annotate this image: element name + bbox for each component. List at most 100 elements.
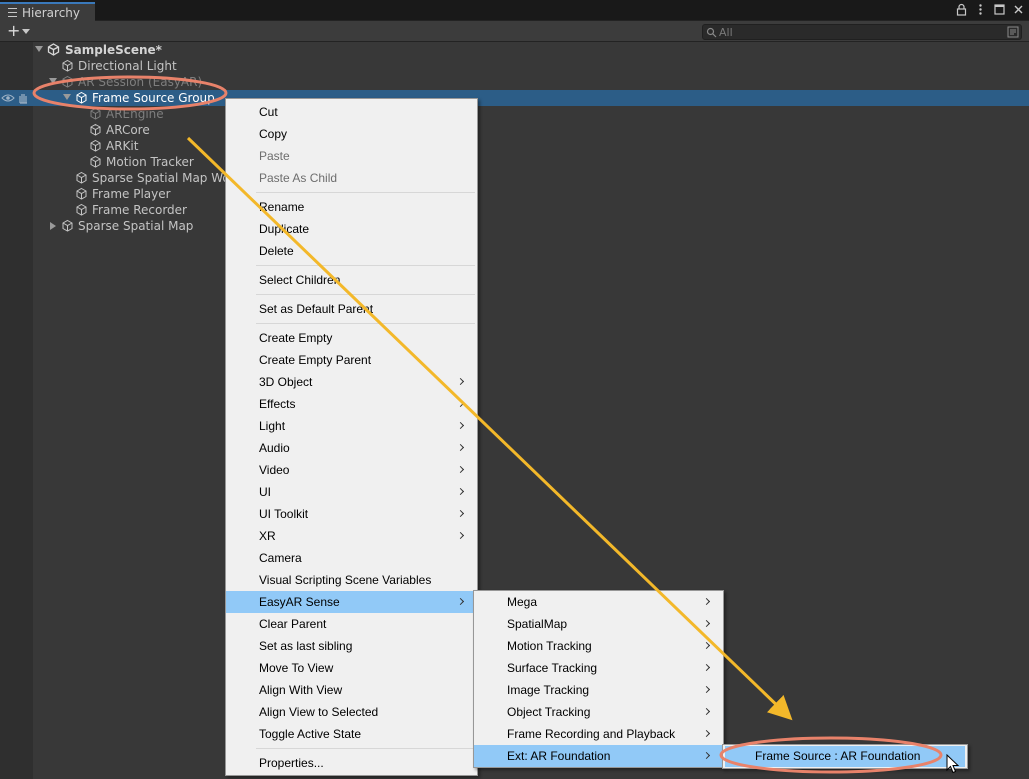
- menu-item-create-empty-parent[interactable]: Create Empty Parent: [226, 349, 477, 371]
- menu-item-cut[interactable]: Cut: [226, 101, 477, 123]
- menu-item-clear-parent[interactable]: Clear Parent: [226, 613, 477, 635]
- chevron-right-icon: [456, 421, 465, 430]
- menu-item-copy[interactable]: Copy: [226, 123, 477, 145]
- cube-icon: [76, 203, 87, 216]
- tree-item-frame-player[interactable]: Frame Player: [33, 186, 1029, 202]
- chevron-down-icon[interactable]: [35, 46, 43, 52]
- cube-icon: [76, 171, 87, 184]
- cube-icon: [90, 123, 101, 136]
- menu-item-label: Video: [259, 463, 290, 477]
- menu-item-camera[interactable]: Camera: [226, 547, 477, 569]
- menu-item-easyar-sense[interactable]: EasyAR Sense: [226, 591, 477, 613]
- chevron-right-icon: [456, 597, 465, 606]
- chevron-down-icon[interactable]: [63, 94, 71, 100]
- window-tab-bar: Hierarchy: [0, 0, 1029, 21]
- menu-item-label: Delete: [259, 244, 294, 258]
- submenu-item-spatialmap[interactable]: SpatialMap: [474, 613, 723, 635]
- menu-item-label: Select Children: [259, 273, 341, 287]
- add-button-label: +: [7, 21, 21, 40]
- add-button[interactable]: +: [5, 21, 33, 40]
- menu-item-label: Object Tracking: [507, 705, 591, 719]
- menu-item-label: Rename: [259, 200, 305, 214]
- tree-item-arengine[interactable]: AREngine: [33, 106, 1029, 122]
- menu-item-3d-object[interactable]: 3D Object: [226, 371, 477, 393]
- cube-icon: [76, 91, 87, 104]
- eye-icon[interactable]: [1, 93, 15, 103]
- tree-item-sparse-spatial-map[interactable]: Sparse Spatial Map: [33, 218, 1029, 234]
- menu-item-effects[interactable]: Effects: [226, 393, 477, 415]
- tree-item-frame-source-group[interactable]: Frame Source Group: [0, 90, 1029, 106]
- submenu-item-ext-ar-foundation[interactable]: Ext: AR Foundation: [474, 745, 723, 767]
- menu-item-light[interactable]: Light: [226, 415, 477, 437]
- tree-item-sparse-spatial-map-worker[interactable]: Sparse Spatial Map Wor: [33, 170, 1029, 186]
- chevron-right-icon: [702, 619, 711, 628]
- close-icon[interactable]: [1012, 3, 1025, 16]
- submenu-item-mega[interactable]: Mega: [474, 591, 723, 613]
- menu-item-label: Surface Tracking: [507, 661, 598, 675]
- menu-item-label: 3D Object: [259, 375, 313, 389]
- menu-item-audio[interactable]: Audio: [226, 437, 477, 459]
- menu-item-duplicate[interactable]: Duplicate: [226, 218, 477, 240]
- submenu-item-frame-recording-playback[interactable]: Frame Recording and Playback: [474, 723, 723, 745]
- search-input[interactable]: [719, 25, 999, 39]
- menu-item-delete[interactable]: Delete: [226, 240, 477, 262]
- menu-item-rename[interactable]: Rename: [226, 196, 477, 218]
- tree-item-label: ARKit: [106, 139, 139, 153]
- menu-item-visual-scripting-scene-variables[interactable]: Visual Scripting Scene Variables: [226, 569, 477, 591]
- menu-item-set-default-parent[interactable]: Set as Default Parent: [226, 298, 477, 320]
- menu-item-label: Image Tracking: [507, 683, 590, 697]
- menu-item-video[interactable]: Video: [226, 459, 477, 481]
- tree-item-arkit[interactable]: ARKit: [33, 138, 1029, 154]
- menu-item-align-with-view[interactable]: Align With View: [226, 679, 477, 701]
- menu-item-ui[interactable]: UI: [226, 481, 477, 503]
- tab-hierarchy[interactable]: Hierarchy: [0, 2, 95, 21]
- menu-item-xr[interactable]: XR: [226, 525, 477, 547]
- maximize-icon[interactable]: [993, 3, 1006, 16]
- menu-item-label: Frame Recording and Playback: [507, 727, 676, 741]
- tree-item-label: AREngine: [106, 107, 164, 121]
- menu-item-properties[interactable]: Properties...: [226, 752, 477, 774]
- tree-item-motion-tracker[interactable]: Motion Tracker: [33, 154, 1029, 170]
- menu-item-label: Motion Tracking: [507, 639, 592, 653]
- submenu-item-frame-source-ar-foundation[interactable]: Frame Source : AR Foundation: [725, 746, 965, 767]
- submenu-item-object-tracking[interactable]: Object Tracking: [474, 701, 723, 723]
- menu-item-label: Align With View: [259, 683, 343, 697]
- tree-item-directional-light[interactable]: Directional Light: [33, 58, 1029, 74]
- chevron-right-icon: [456, 443, 465, 452]
- menu-item-label: Set as Default Parent: [259, 302, 374, 316]
- submenu-item-surface-tracking[interactable]: Surface Tracking: [474, 657, 723, 679]
- tree-item-arcore[interactable]: ARCore: [33, 122, 1029, 138]
- tree-item-label: Frame Player: [92, 187, 171, 201]
- cube-icon: [90, 155, 101, 168]
- menu-item-label: SpatialMap: [507, 617, 568, 631]
- chevron-right-icon: [702, 729, 711, 738]
- search-field[interactable]: [702, 24, 1022, 40]
- tree-item-label: Frame Source Group: [92, 91, 215, 105]
- tree-item-ar-session[interactable]: AR Session (EasyAR): [33, 74, 1029, 90]
- menu-item-ui-toolkit[interactable]: UI Toolkit: [226, 503, 477, 525]
- menu-item-select-children[interactable]: Select Children: [226, 269, 477, 291]
- kebab-menu-icon[interactable]: [974, 3, 987, 16]
- chevron-right-icon[interactable]: [50, 222, 56, 230]
- lock-icon[interactable]: [955, 3, 968, 16]
- menu-item-move-to-view[interactable]: Move To View: [226, 657, 477, 679]
- menu-item-align-view-to-selected[interactable]: Align View to Selected: [226, 701, 477, 723]
- menu-item-create-empty[interactable]: Create Empty: [226, 327, 477, 349]
- menu-item-label: XR: [259, 529, 276, 543]
- menu-item-toggle-active-state[interactable]: Toggle Active State: [226, 723, 477, 745]
- scene-row[interactable]: SampleScene*: [33, 42, 1029, 58]
- menu-item-label: Visual Scripting Scene Variables: [259, 573, 432, 587]
- submenu-item-image-tracking[interactable]: Image Tracking: [474, 679, 723, 701]
- menu-item-set-as-last-sibling[interactable]: Set as last sibling: [226, 635, 477, 657]
- easyar-submenu: Mega SpatialMap Motion Tracking Surface …: [473, 590, 724, 768]
- menu-item-label: UI: [259, 485, 271, 499]
- chevron-down-icon[interactable]: [49, 78, 57, 84]
- pick-hand-icon[interactable]: [17, 92, 30, 104]
- tree-item-frame-recorder[interactable]: Frame Recorder: [33, 202, 1029, 218]
- chevron-right-icon: [702, 685, 711, 694]
- visibility-gutter: [0, 42, 33, 779]
- search-filter-icon[interactable]: [1007, 26, 1019, 38]
- menu-item-label: Frame Source : AR Foundation: [755, 749, 921, 763]
- submenu-item-motion-tracking[interactable]: Motion Tracking: [474, 635, 723, 657]
- menu-item-paste: Paste: [226, 145, 477, 167]
